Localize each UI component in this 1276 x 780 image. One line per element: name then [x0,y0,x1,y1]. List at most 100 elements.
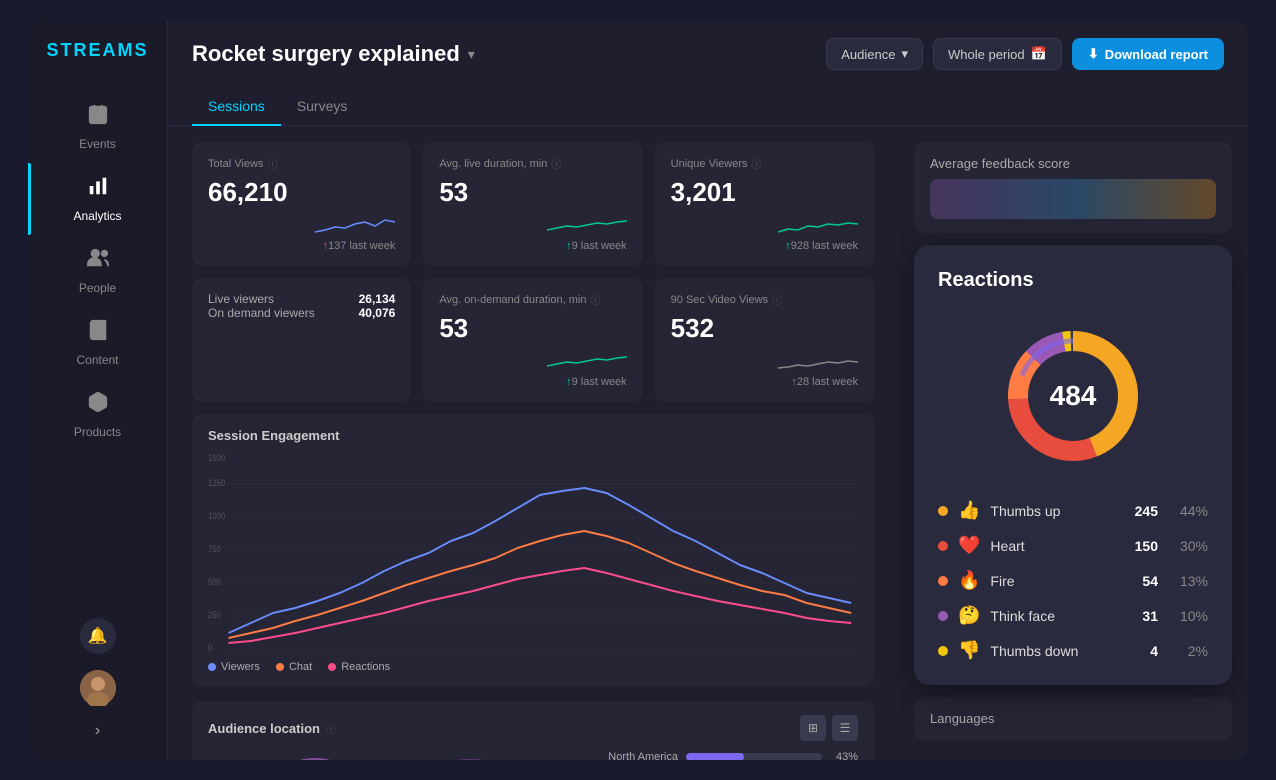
bar-fill [686,753,744,760]
bar-row-north-america: North America 43% [598,751,858,760]
live-viewers-row: Live viewers 26,134 [208,292,395,306]
sidebar-events-label: Events [79,137,116,151]
fire-pct: 13% [1176,573,1208,589]
think-label: Think face [990,608,1132,624]
avg-on-demand-sparkline [547,348,627,372]
chat-dot [276,663,284,671]
video-views-sparkline [778,348,858,372]
avg-on-demand-value: 53 [439,313,626,344]
sidebar-people-label: People [79,281,116,295]
heart-emoji: ❤️ [958,535,980,556]
heart-pct: 30% [1176,538,1208,554]
header-actions: Audience ▾ Whole period 📅 ⬇ Download rep… [826,38,1224,70]
audience-info-icon: ⓘ [326,721,336,736]
thumbs-down-pct: 2% [1176,643,1208,659]
dropdown-arrow-icon: ▾ [901,46,908,62]
tab-sessions[interactable]: Sessions [192,88,281,126]
legend-viewers: Viewers [208,661,260,673]
think-dot [938,611,948,621]
sidebar-item-events[interactable]: Events [28,91,167,163]
stats-row-1: Total Views ⓘ 66,210 ↑ 137 last week [192,142,874,266]
audience-location-section: Audience location ⓘ ⊞ ☰ [192,701,874,760]
sidebar-products-label: Products [74,425,121,439]
avg-on-demand-card: Avg. on-demand duration, min ⓘ 53 ↑ 9 la… [423,278,642,402]
avg-live-label: Avg. live duration, min ⓘ [439,156,626,171]
unique-viewers-card: Unique Viewers ⓘ 3,201 ↑ 928 last week [655,142,874,266]
svg-text:0: 0 [208,642,213,653]
unique-viewers-value: 3,201 [671,177,858,208]
calendar-small-icon: 📅 [1031,46,1047,62]
audience-content: North America 43% Latin America [208,751,858,760]
reaction-thumbs-up: 👍 Thumbs up 245 44% [938,500,1208,521]
box-icon [87,391,109,419]
avg-on-demand-label: Avg. on-demand duration, min ⓘ [439,292,626,307]
sidebar-item-analytics[interactable]: Analytics [28,163,167,235]
tab-surveys[interactable]: Surveys [281,88,364,126]
thumbs-up-label: Thumbs up [990,503,1124,519]
sidebar-item-products[interactable]: Products [28,379,167,451]
download-report-button[interactable]: ⬇ Download report [1072,38,1224,70]
world-map [208,751,582,760]
chart-container: 0 250 500 750 1000 1250 1500 [208,453,858,653]
active-bar [28,163,31,235]
period-dropdown[interactable]: Whole period 📅 [933,38,1062,70]
expand-sidebar-button[interactable]: › [95,722,100,740]
donut-chart-container: 484 [938,316,1208,476]
info-icon-5: ⓘ [772,292,782,307]
audience-dropdown[interactable]: Audience ▾ [826,38,923,70]
info-icon-4: ⓘ [591,292,601,307]
main-content: Rocket surgery explained ▾ Audience ▾ Wh… [168,20,1248,760]
think-count: 31 [1142,608,1158,624]
info-icon: ⓘ [267,156,277,171]
legend-reactions: Reactions [328,661,390,673]
svg-text:750: 750 [208,543,221,554]
download-icon: ⬇ [1088,46,1099,62]
thumbs-down-count: 4 [1150,643,1158,659]
sidebar-item-people[interactable]: People [28,235,167,307]
fire-label: Fire [990,573,1132,589]
sidebar-bottom: 🔔 › [80,618,116,740]
heart-dot [938,541,948,551]
heart-count: 150 [1135,538,1158,554]
page-title: Rocket surgery explained [192,41,460,67]
think-emoji: 🤔 [958,605,980,626]
audience-title: Audience location [208,721,320,736]
avg-live-duration-card: Avg. live duration, min ⓘ 53 ↑ 9 last we… [423,142,642,266]
notifications-button[interactable]: 🔔 [80,618,116,654]
grid-view-button[interactable]: ⊞ [800,715,826,741]
thumbs-up-dot [938,506,948,516]
session-engagement-section: Session Engagement 0 250 500 750 1000 12… [192,414,874,687]
tab-bar: Sessions Surveys [168,88,1248,126]
bar-bg [686,753,822,760]
languages-title: Languages [930,711,1216,726]
unique-viewers-label: Unique Viewers ⓘ [671,156,858,171]
stats-row-2: Live viewers 26,134 On demand viewers 40… [192,278,874,402]
right-panel: Average feedback score Reactions [898,126,1248,760]
reaction-heart: ❤️ Heart 150 30% [938,535,1208,556]
left-panel: Total Views ⓘ 66,210 ↑ 137 last week [168,126,898,760]
reaction-thumbs-down: 👎 Thumbs down 4 2% [938,640,1208,661]
total-views-label: Total Views ⓘ [208,156,395,171]
video-views-value: 532 [671,313,858,344]
languages-section: Languages [914,697,1232,740]
calendar-icon [87,103,109,131]
content-body: Total Views ⓘ 66,210 ↑ 137 last week [168,126,1248,760]
info-icon-2: ⓘ [551,156,561,171]
list-view-button[interactable]: ☰ [832,715,858,741]
thumbs-up-emoji: 👍 [958,500,980,521]
audience-bars: North America 43% Latin America [598,751,858,760]
title-chevron-icon[interactable]: ▾ [468,46,475,63]
avatar[interactable] [80,670,116,706]
chart-title: Session Engagement [208,428,858,443]
info-icon-3: ⓘ [752,156,762,171]
donut-center-value: 484 [1050,380,1097,412]
fire-emoji: 🔥 [958,570,980,591]
svg-text:1000: 1000 [208,510,225,521]
app-container: STREAMS Events Analytics People [28,20,1248,760]
reaction-fire: 🔥 Fire 54 13% [938,570,1208,591]
fire-count: 54 [1142,573,1158,589]
top-header: Rocket surgery explained ▾ Audience ▾ Wh… [168,20,1248,88]
on-demand-viewers-row: On demand viewers 40,076 [208,306,395,320]
sidebar-content-label: Content [76,353,118,367]
sidebar-item-content[interactable]: Content [28,307,167,379]
